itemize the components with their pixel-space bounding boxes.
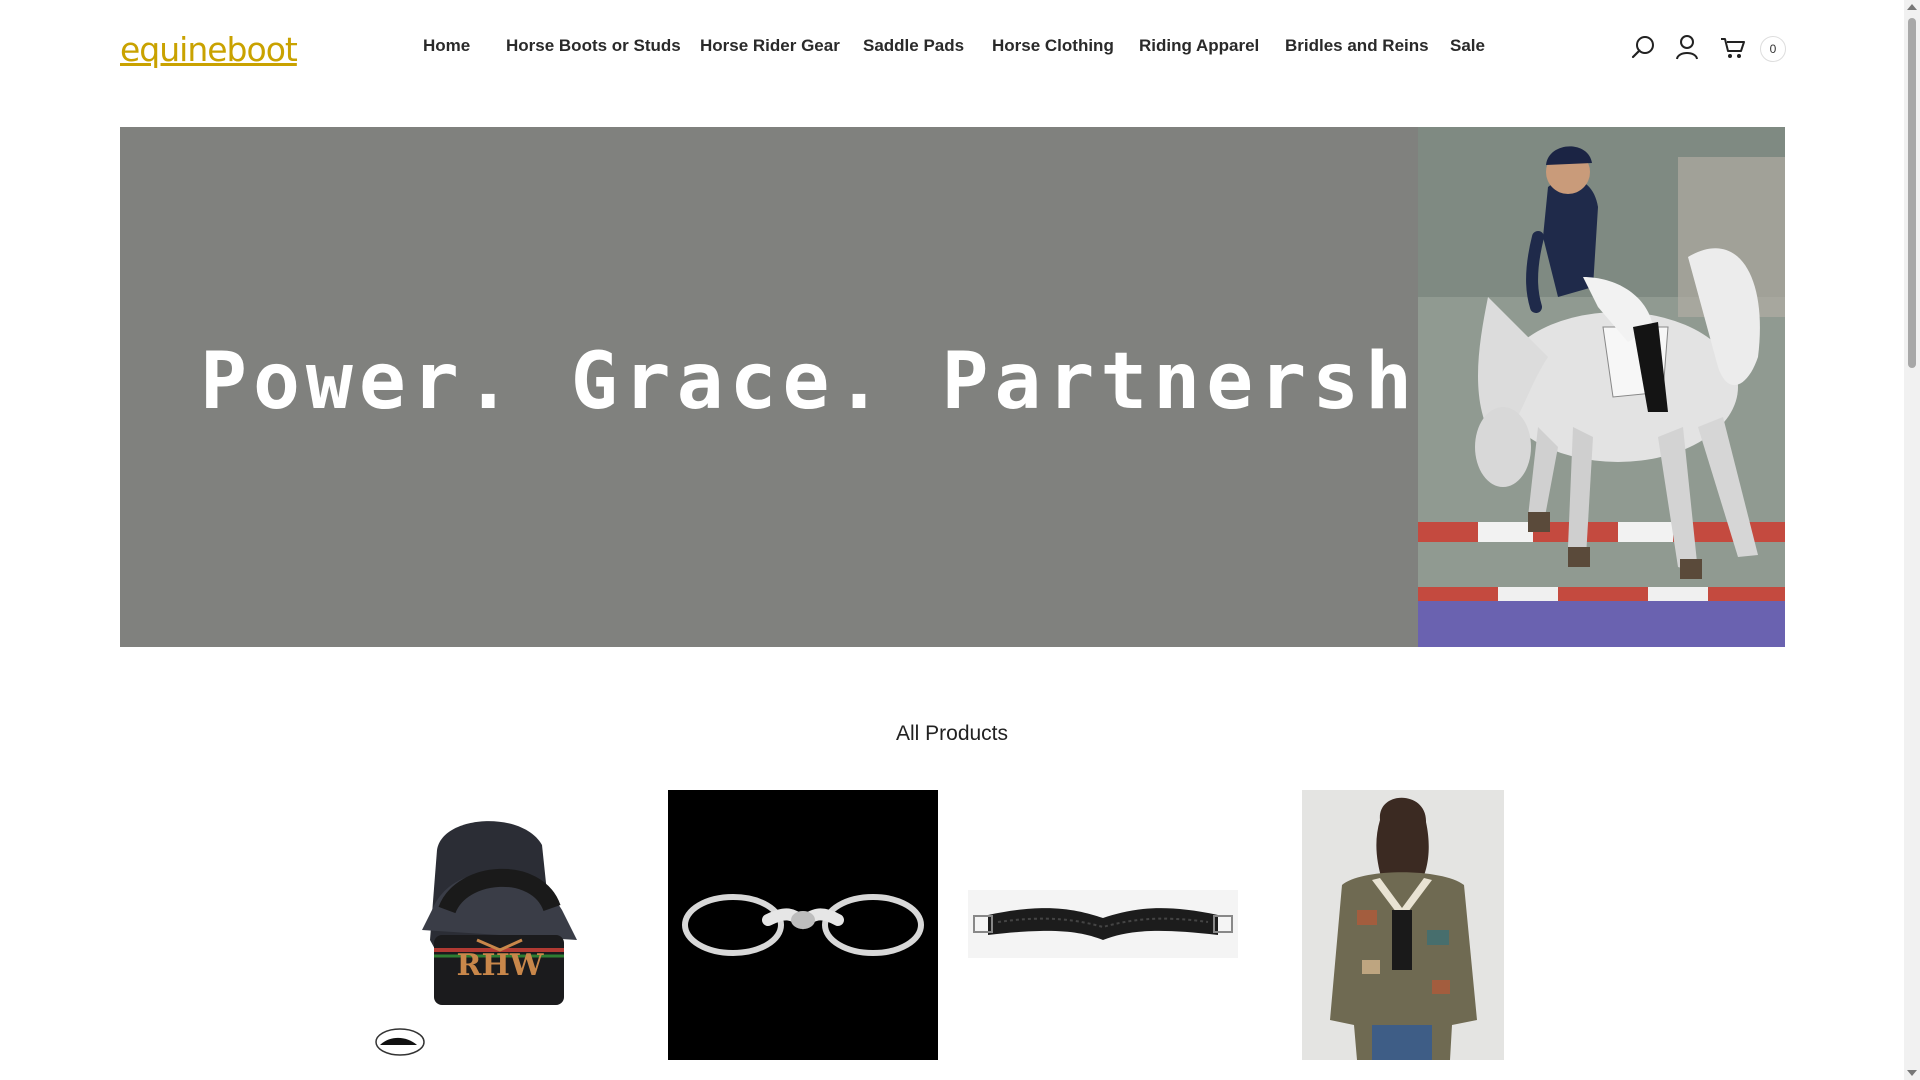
section-title-all-products: All Products <box>895 722 1009 745</box>
search-icon[interactable] <box>1628 32 1658 62</box>
nav-item-horse-boots-or-studs[interactable]: Horse Boots or Studs <box>506 36 681 56</box>
hero-headline: Power. Grace. Partnership <box>200 337 1524 427</box>
nav-item-sale[interactable]: Sale <box>1450 36 1485 56</box>
product-image-jacket <box>1330 797 1477 1060</box>
scroll-up-arrow-icon[interactable] <box>1907 4 1917 10</box>
user-icon[interactable] <box>1672 32 1702 62</box>
site-header: equineboot Home Horse Boots or Studs Hor… <box>0 0 1904 96</box>
nav-item-horse-rider-gear[interactable]: Horse Rider Gear <box>700 36 840 56</box>
nav-item-bridles-and-reins[interactable]: Bridles and Reins <box>1285 36 1429 56</box>
page-scrollbar[interactable] <box>1904 0 1920 1080</box>
product-card[interactable] <box>1302 790 1504 1060</box>
scrollbar-thumb[interactable] <box>1908 18 1916 368</box>
cart-icon[interactable] <box>1718 33 1748 63</box>
hero-rider-photo <box>1418 127 1785 647</box>
nav-item-saddle-pads[interactable]: Saddle Pads <box>863 36 964 56</box>
nav-item-horse-clothing[interactable]: Horse Clothing <box>992 36 1114 56</box>
scroll-down-arrow-icon[interactable] <box>1907 1070 1917 1076</box>
product-image-girth <box>968 890 1238 958</box>
product-image-bit <box>682 894 924 956</box>
product-card[interactable] <box>668 790 938 1060</box>
main-nav: Home Horse Boots or Studs Horse Rider Ge… <box>0 36 1904 60</box>
cap-logo-text: RHW <box>457 948 545 983</box>
product-card[interactable]: RHW <box>372 790 642 1060</box>
nav-item-home[interactable]: Home <box>423 36 470 56</box>
hero-banner[interactable]: Power. Grace. Partnership <box>120 127 1785 647</box>
product-image-cap: RHW <box>375 821 577 1056</box>
product-card[interactable] <box>968 790 1238 1060</box>
nav-item-riding-apparel[interactable]: Riding Apparel <box>1139 36 1259 56</box>
cart-count-badge: 0 <box>1760 36 1786 62</box>
